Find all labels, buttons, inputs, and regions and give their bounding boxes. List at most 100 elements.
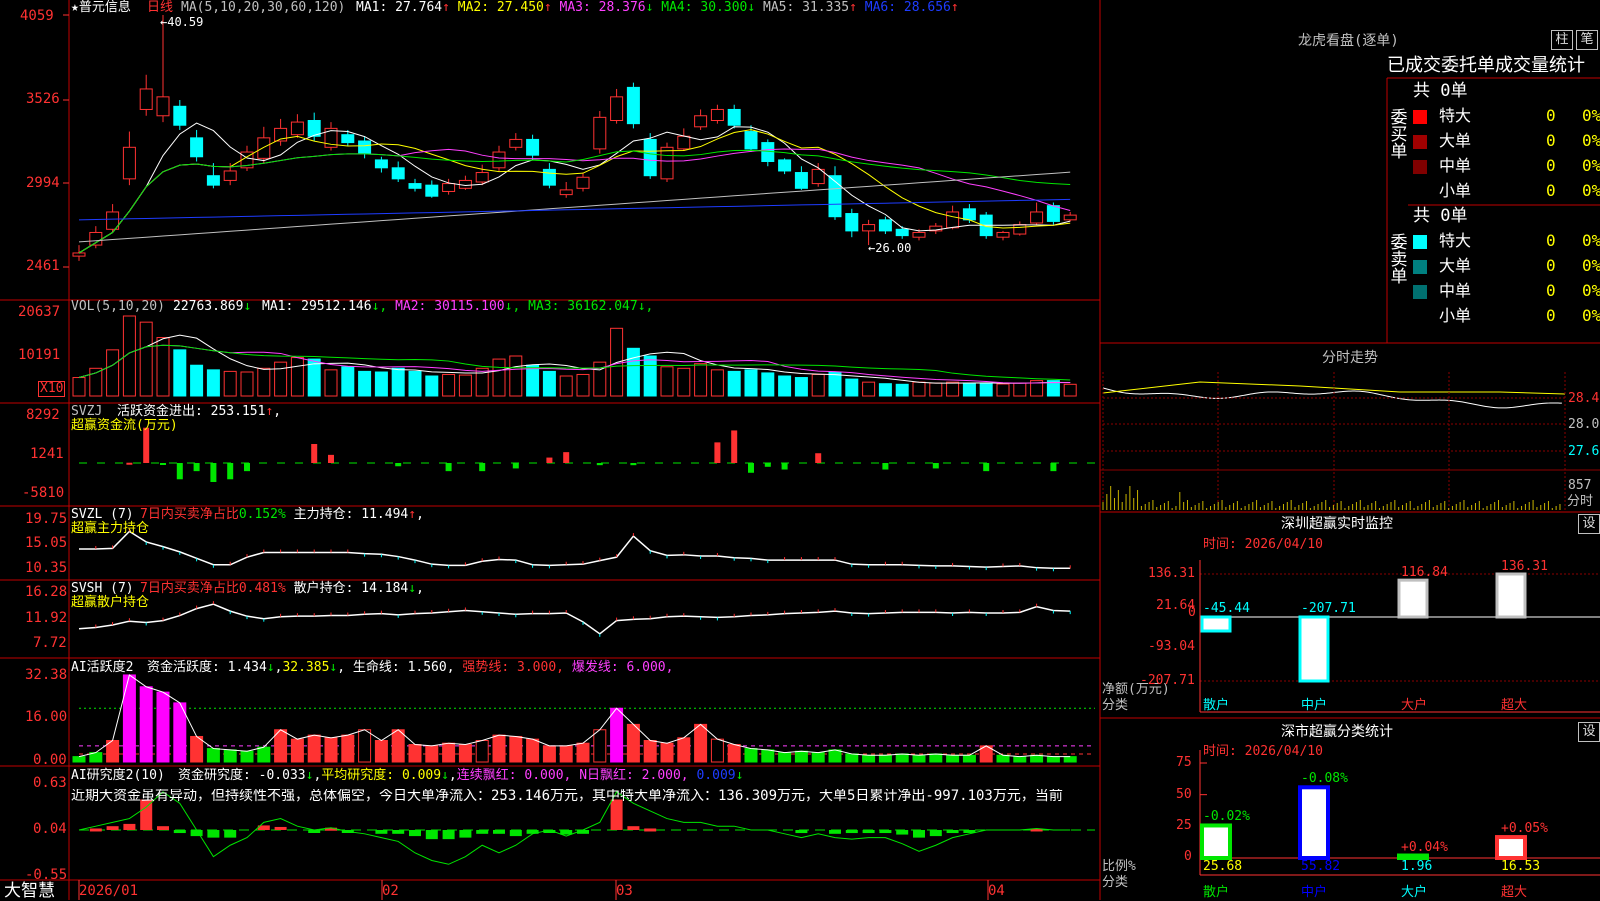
candle-body	[643, 138, 657, 177]
candle-body	[374, 159, 388, 169]
flow-bar	[311, 444, 318, 463]
activity-bar	[962, 754, 976, 763]
bar-mode-button[interactable]: 柱	[1551, 30, 1573, 50]
research-bar	[610, 799, 623, 830]
activity-bar	[1030, 754, 1044, 763]
order-type-label: 小单	[1439, 306, 1472, 325]
flow-bar	[328, 454, 334, 463]
svzj-subtitle: 超赢资金流(万元)	[71, 418, 178, 433]
research-bar	[442, 830, 455, 840]
stat-ylabel: 比例%	[1102, 859, 1136, 874]
monitor-bar	[1298, 615, 1330, 683]
volume-bar	[811, 373, 825, 397]
activity-bar	[1063, 756, 1077, 763]
candle-body	[173, 105, 187, 126]
y-tick: 8292	[26, 407, 60, 423]
volume-bar	[744, 369, 758, 397]
brand-label: 大智慧	[4, 881, 55, 901]
activity-bar	[307, 734, 321, 763]
flow-bar	[932, 463, 939, 469]
research-bar	[157, 826, 169, 830]
activity-bar	[223, 749, 237, 763]
svzl-label: 7日内买卖净占比0.152% 主力持仓: 11.494↑,	[140, 507, 424, 522]
stock-title[interactable]: ★普元信息	[71, 1, 131, 15]
volume-bar	[576, 373, 590, 397]
order-type-label: 中单	[1439, 281, 1472, 300]
monitor-value-label: -45.44	[1203, 601, 1250, 616]
candle-body	[290, 121, 304, 136]
order-pct: 0%	[1582, 106, 1600, 125]
candle-body	[610, 96, 624, 121]
order-type-label: 大单	[1439, 256, 1472, 275]
tick-mode-button[interactable]: 笔	[1576, 30, 1598, 50]
vol-unit: X10	[38, 381, 66, 397]
ai-comment: 近期大资金虽有异动，但持续性不强，总体偏空，今日大单净流入：253.146万元，…	[71, 789, 1063, 803]
candle-body	[694, 115, 708, 128]
sell-side-label: 委卖单	[1390, 233, 1408, 287]
order-pct: 0%	[1582, 281, 1600, 300]
vol-value: 22763.869↓	[173, 299, 252, 314]
stat-settings-button[interactable]: 设	[1578, 722, 1600, 742]
flow-bar	[193, 463, 200, 472]
ma-legend-item: MA5: 31.335	[763, 0, 850, 15]
research-bar	[795, 830, 808, 834]
flow-bar	[546, 457, 553, 463]
y-tick: 10.35	[25, 560, 68, 576]
volume-bar	[274, 361, 288, 397]
vol-legend-item: MA3: 36162.047	[528, 299, 638, 314]
activity-bar	[559, 745, 573, 763]
stat-y-tick: 0	[1184, 849, 1192, 864]
candle-body	[509, 138, 523, 148]
monitor-y-tick: 0	[1188, 605, 1196, 620]
volume-bar	[156, 337, 170, 397]
order-count: 0	[1546, 181, 1556, 200]
activity-bar	[828, 749, 842, 763]
stat-bar	[1397, 853, 1429, 861]
x-tick: 2026/01	[79, 883, 139, 899]
svsh-label: 7日内买卖净占比0.481% 散户持仓: 14.184↓,	[140, 581, 424, 596]
low-annotation: ←26.00	[868, 241, 912, 255]
order-color-swatch	[1413, 235, 1427, 249]
order-color-swatch	[1413, 185, 1427, 199]
monitor-category: 散户	[1203, 698, 1230, 713]
y-tick: 7.72	[33, 635, 67, 651]
order-pct: 0%	[1582, 306, 1600, 325]
candle-body	[862, 224, 876, 232]
activity-bar	[408, 744, 422, 763]
monitor-category: 超大	[1501, 698, 1528, 713]
volume-bar	[358, 370, 372, 397]
vol-ma-legend: MA1: 29512.146↓, MA2: 30115.100↓, MA3: 3…	[262, 299, 654, 314]
y-tick: -0.55	[25, 867, 68, 883]
activity-bar	[72, 756, 86, 763]
vol-label: 分时	[1567, 494, 1594, 509]
candle-body	[341, 134, 355, 144]
monitor-value-label: -207.71	[1301, 601, 1356, 616]
volume-bar	[1063, 383, 1077, 397]
candle-body	[996, 231, 1010, 238]
y-tick: 1241	[30, 446, 64, 462]
stat-category: 大户	[1401, 885, 1428, 900]
volume-bar	[492, 358, 506, 397]
activity-bar	[442, 742, 456, 763]
volume-bar	[542, 370, 556, 397]
stat-time: 时间: 2026/04/10	[1203, 744, 1323, 759]
research-bar	[123, 823, 136, 830]
volume-bar	[240, 371, 254, 397]
monitor-settings-button[interactable]: 设	[1578, 514, 1600, 534]
order-color-swatch	[1413, 260, 1427, 274]
volume-bar	[996, 383, 1010, 397]
candle-body	[962, 208, 976, 221]
candle-body	[593, 116, 607, 150]
y-tick: 20637	[18, 304, 61, 320]
y-tick: 28.41	[1568, 391, 1600, 406]
stat-value-label: 25.68	[1203, 859, 1243, 874]
volume-bar	[862, 381, 876, 397]
flow-bar	[983, 463, 990, 472]
candle-body	[139, 88, 153, 110]
period-label[interactable]: 日线	[147, 1, 173, 15]
y-tick: 19.75	[25, 511, 68, 527]
candle-body	[526, 138, 540, 156]
volume-bar	[526, 364, 540, 397]
flow-bar	[764, 463, 771, 467]
candle-body	[912, 231, 926, 238]
